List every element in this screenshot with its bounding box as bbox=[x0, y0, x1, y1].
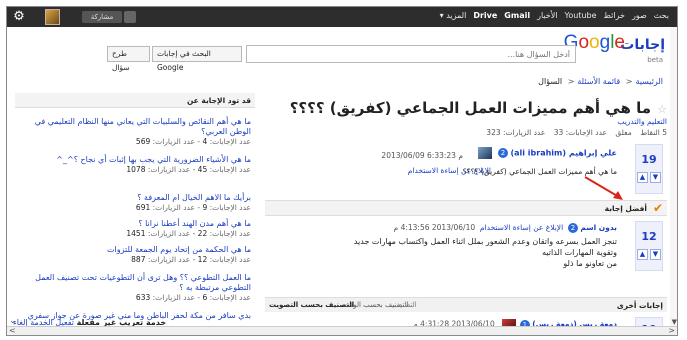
gear-icon[interactable]: ⚙ bbox=[11, 9, 27, 25]
answer-date: 2013/06/10 4:13:56 م bbox=[393, 223, 476, 232]
vote-up-icon[interactable]: ▲ bbox=[637, 249, 648, 260]
nav-drive[interactable]: Drive bbox=[473, 11, 497, 20]
sort-label: التصنيف bbox=[393, 301, 417, 309]
question-category[interactable]: التعليم والتدريب bbox=[617, 117, 667, 126]
question-author-avatar[interactable] bbox=[478, 147, 493, 159]
sidebar-question-link[interactable]: ما هي أهم مدن الهند أعطنا نرانا ؟ bbox=[19, 219, 251, 229]
vote-up-icon[interactable]: ▲ bbox=[637, 172, 648, 183]
answer-author-badge: 2 bbox=[567, 223, 578, 233]
nav-search[interactable]: بحث bbox=[654, 11, 669, 20]
logo-arabic: إجابات bbox=[620, 37, 665, 53]
chevron-down-icon[interactable]: ⌄ bbox=[9, 316, 17, 326]
sidebar-item-meta: عدد الإجابات: 4 - عدد الزيارات: 569 bbox=[135, 137, 251, 146]
best-answer-label: أفضل إجابة bbox=[604, 204, 647, 213]
question-vote-box: 19 ▲ ▼ bbox=[635, 144, 663, 194]
answer-author-name[interactable]: بدون اسم bbox=[580, 223, 617, 232]
question-stats: 5 النقاط معلق عدد الإجابات: 33 عدد الزيا… bbox=[480, 128, 667, 137]
sidebar-item-meta: عدد الإجابات: 22 - عدد الزيارات: 1451 bbox=[126, 229, 251, 238]
breadcrumb-current: السؤال bbox=[538, 77, 563, 86]
sidebar-item-meta: عدد الإجابات: 12 - عدد الزيارات: 887 bbox=[131, 255, 251, 264]
avatar[interactable] bbox=[45, 9, 60, 25]
sidebar-item-meta: عدد الإجابات: 6 - عدد الزيارات: 633 bbox=[135, 293, 251, 302]
scroll-left-icon[interactable]: < bbox=[9, 326, 16, 335]
question-answers-count: عدد الإجابات: 33 bbox=[553, 128, 608, 137]
answer-line: من تعاونو ما ذلو bbox=[563, 259, 617, 268]
question-status: معلق bbox=[615, 128, 632, 137]
question-vote-count: 19 bbox=[641, 153, 657, 166]
breadcrumb-questions[interactable]: قائمة الأسئلة bbox=[577, 77, 620, 86]
question-visits-count: عدد الزيارات: 323 bbox=[486, 128, 546, 137]
sidebar-question-link[interactable]: برأيك ما الاهم الخيال ام المعرفة ؟ bbox=[19, 193, 251, 203]
annotation-arrow-icon bbox=[584, 176, 623, 200]
vote-down-icon[interactable]: ▼ bbox=[650, 249, 661, 260]
sidebar-item: ما هي أهم النقائص والسلبيات التي يعاني م… bbox=[15, 117, 255, 147]
answer-line: وتقوية المهارات الذاتيه bbox=[542, 248, 617, 257]
page-title: ما هي أهم مميزات العمل الجماعي (كفريق) ؟… bbox=[289, 99, 651, 117]
logo-beta: beta bbox=[647, 56, 663, 64]
answer-vote-count: 12 bbox=[641, 230, 657, 243]
search-input[interactable] bbox=[246, 45, 576, 63]
ask-question-button[interactable]: طرح سؤال bbox=[107, 46, 150, 72]
horizontal-scrollbar[interactable]: < > bbox=[7, 326, 677, 335]
sidebar-question-link[interactable]: ما هي الحكمة من إتحاد يوم الجمعة للتزوات bbox=[19, 245, 251, 255]
sidebar-question-link[interactable]: ما العمل التطوعي ؟؟ وهل ترى أن التطوعيات… bbox=[19, 273, 251, 293]
google-top-bar: ⚙ مشاركة بحث صور خرائط Youtube الأخبار G… bbox=[7, 7, 677, 27]
best-answer-header: ✔ أفضل إجابة bbox=[265, 200, 667, 216]
vertical-scrollbar[interactable]: ▼ bbox=[670, 27, 677, 327]
breadcrumb: الرئيسية< قائمة الأسئلة< السؤال bbox=[538, 77, 663, 86]
sidebar-item: برأيك ما الاهم الخيال ام المعرفة ؟ عدد ا… bbox=[15, 193, 255, 213]
sidebar-question-link[interactable]: ما هي الأشياء الضرورية التي يجب بها إثبا… bbox=[19, 155, 251, 165]
answer-body: تنجز العمل بسرعه واتقان وعدم الشعور بملل… bbox=[317, 236, 617, 269]
nav-more[interactable]: المزيد ▾ bbox=[440, 11, 467, 20]
question-points: 5 النقاط bbox=[640, 128, 667, 137]
search-button[interactable]: البحث في إجابات Google bbox=[152, 46, 242, 72]
other-answers-header: إجابات أخرى التصنيف بحسب التصويت التصنيف… bbox=[265, 297, 667, 312]
sidebar-title: قد تود الإجابة عن bbox=[15, 93, 255, 108]
other-answers-label: إجابات أخرى bbox=[616, 301, 663, 310]
nav-gmail[interactable]: Gmail bbox=[504, 11, 530, 20]
breadcrumb-home[interactable]: الرئيسية bbox=[635, 77, 663, 86]
sidebar-item: ما هي أهم مدن الهند أعطنا نرانا ؟ عدد ال… bbox=[15, 219, 255, 239]
question-author: علي إبراهيم (ali ibrahim) 2 bbox=[475, 147, 617, 159]
star-icon[interactable]: ☆ bbox=[657, 103, 667, 116]
answer-author: بدون اسم 2 الإبلاغ عن إساءة الاستخدام 20… bbox=[394, 223, 617, 233]
top-nav: بحث صور خرائط Youtube الأخبار Gmail Driv… bbox=[440, 11, 669, 20]
scroll-down-icon[interactable]: ▼ bbox=[672, 318, 677, 326]
nav-maps[interactable]: خرائط bbox=[604, 11, 625, 20]
sidebar-item: ما العمل التطوعي ؟؟ وهل ترى أن التطوعيات… bbox=[15, 273, 255, 303]
sort-by-votes[interactable]: التصنيف بحسب التصويت bbox=[269, 301, 354, 309]
nav-images[interactable]: صور bbox=[632, 11, 647, 20]
question-author-name[interactable]: علي إبراهيم (ali ibrahim) bbox=[510, 149, 617, 158]
nav-news[interactable]: الأخبار bbox=[537, 11, 557, 20]
sidebar-item: ما هي الحكمة من إتحاد يوم الجمعة للتزوات… bbox=[15, 245, 255, 265]
nav-youtube[interactable]: Youtube bbox=[565, 11, 597, 20]
sidebar-question-link[interactable]: ما هي أهم النقائص والسلبيات التي يعاني م… bbox=[19, 117, 251, 137]
browser-frame: ⚙ مشاركة بحث صور خرائط Youtube الأخبار G… bbox=[6, 6, 678, 336]
answer-report-link[interactable]: الإبلاغ عن إساءة الاستخدام bbox=[480, 223, 563, 232]
share-button[interactable]: مشاركة bbox=[82, 11, 122, 23]
answer-line: تنجز العمل بسرعه واتقان وعدم الشعور بملل… bbox=[353, 237, 617, 246]
sidebar-item-meta: عدد الإجابات: 45 - عدد الزيارات: 1078 bbox=[126, 165, 251, 174]
scroll-right-icon[interactable]: > bbox=[668, 326, 675, 335]
vote-down-icon[interactable]: ▼ bbox=[650, 172, 661, 183]
sidebar-item: ما هي الأشياء الضرورية التي يجب بها إثبا… bbox=[15, 155, 255, 175]
question-date: 2013/06/09 6:33:23 م bbox=[381, 151, 463, 160]
checkmark-icon: ✔ bbox=[652, 201, 663, 215]
sidebar-item-meta: عدد الإجابات: 9 - عدد الزيارات: 691 bbox=[135, 203, 251, 212]
answer-vote-box: 12 ▲ ▼ bbox=[635, 221, 663, 271]
question-author-badge: 2 bbox=[497, 148, 508, 158]
notifications-icon[interactable] bbox=[124, 11, 136, 23]
